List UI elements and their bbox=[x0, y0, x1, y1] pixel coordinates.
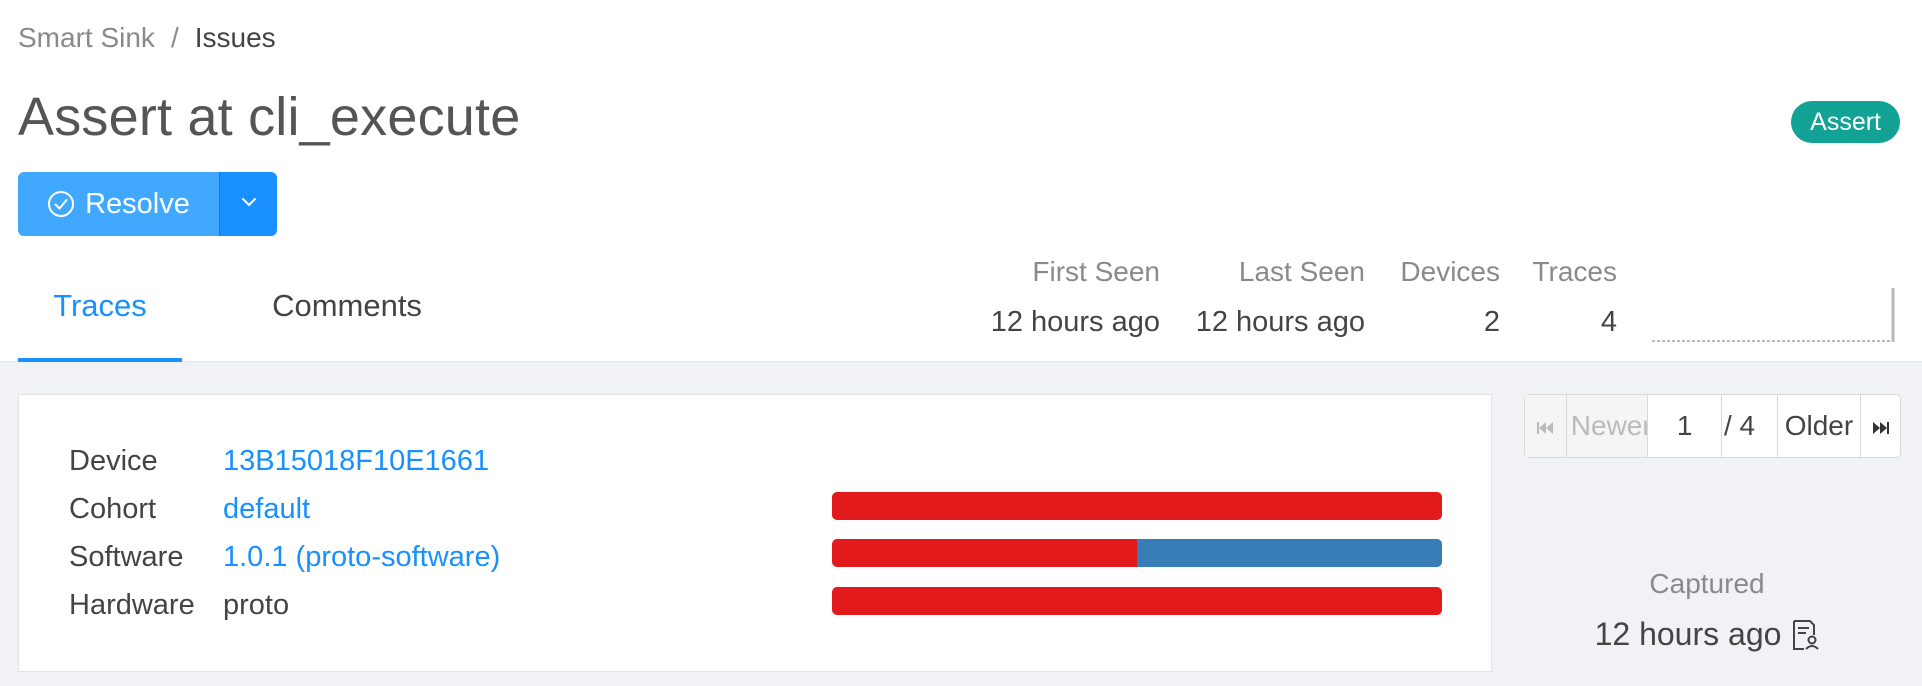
trace-card: Device 13B15018F10E1661 Cohort default S… bbox=[18, 394, 1492, 672]
resolve-button[interactable]: Resolve bbox=[18, 172, 219, 236]
breadcrumb-current[interactable]: Issues bbox=[195, 22, 276, 54]
software-label: Software bbox=[69, 541, 184, 573]
issue-type-badge: Assert bbox=[1791, 101, 1900, 143]
chevron-down-icon bbox=[240, 195, 258, 213]
hardware-label: Hardware bbox=[69, 589, 195, 621]
stat-first-seen-label: First Seen bbox=[1032, 256, 1160, 287]
software-link[interactable]: 1.0.1 (proto-software) bbox=[223, 541, 500, 574]
breadcrumb-project-link[interactable]: Smart Sink bbox=[18, 22, 155, 54]
stat-devices: Devices 2 bbox=[1370, 256, 1500, 339]
info-row-software: Software 1.0.1 (proto-software) bbox=[69, 541, 500, 574]
skip-last-icon bbox=[1872, 410, 1890, 442]
stat-traces-value: 4 bbox=[1600, 306, 1617, 338]
resolve-button-group: Resolve bbox=[18, 172, 277, 236]
older-button[interactable]: Older bbox=[1778, 395, 1862, 457]
stat-devices-label: Devices bbox=[1400, 256, 1500, 287]
cohort-link[interactable]: default bbox=[223, 493, 310, 526]
captured-value: 12 hours ago bbox=[1594, 616, 1782, 652]
stat-last-seen-label: Last Seen bbox=[1238, 256, 1365, 287]
distribution-segment bbox=[832, 492, 1442, 520]
trace-panel: Device 13B15018F10E1661 Cohort default S… bbox=[0, 362, 1922, 686]
tab-comments[interactable]: Comments bbox=[262, 270, 432, 362]
document-icon[interactable] bbox=[1791, 619, 1820, 651]
cohort-label: Cohort bbox=[69, 493, 157, 525]
captured-time: 12 hours ago bbox=[1492, 616, 1922, 653]
resolve-dropdown-button[interactable] bbox=[219, 172, 277, 236]
page-total: / 4 bbox=[1722, 395, 1778, 457]
device-link[interactable]: 13B15018F10E1661 bbox=[223, 445, 489, 478]
tab-traces[interactable]: Traces bbox=[18, 270, 182, 362]
distribution-bar-hardware bbox=[832, 587, 1442, 615]
distribution-segment bbox=[832, 539, 1137, 567]
page-title: Assert at cli_execute bbox=[18, 87, 521, 147]
distribution-bar-cohort bbox=[832, 492, 1442, 520]
issue-header: Smart Sink / Issues Assert at cli_execut… bbox=[0, 0, 1922, 362]
info-row-cohort: Cohort default bbox=[69, 493, 310, 526]
info-row-hardware: Hardware proto bbox=[69, 589, 289, 622]
stat-traces-label: Traces bbox=[1532, 256, 1617, 287]
info-row-device: Device 13B15018F10E1661 bbox=[69, 445, 489, 478]
stat-first-seen: First Seen 12 hours ago bbox=[960, 256, 1160, 339]
resolve-button-label: Resolve bbox=[85, 187, 190, 220]
breadcrumb: Smart Sink / Issues bbox=[18, 22, 276, 54]
stat-last-seen: Last Seen 12 hours ago bbox=[1165, 256, 1365, 339]
skip-first-icon bbox=[1536, 410, 1554, 442]
stat-first-seen-value: 12 hours ago bbox=[990, 306, 1160, 338]
device-label: Device bbox=[69, 445, 158, 477]
hardware-value: proto bbox=[223, 589, 290, 621]
stat-traces: Traces 4 bbox=[1505, 256, 1617, 339]
distribution-bar-software bbox=[832, 539, 1442, 567]
newer-button[interactable]: Newer bbox=[1566, 395, 1649, 457]
tab-bar: Traces Comments bbox=[18, 270, 432, 362]
first-page-button[interactable] bbox=[1525, 395, 1567, 457]
distribution-segment bbox=[832, 587, 1442, 615]
stat-last-seen-value: 12 hours ago bbox=[1195, 306, 1365, 338]
captured-info: Captured 12 hours ago bbox=[1492, 568, 1922, 653]
trace-pagination: Newer 1 / 4 Older bbox=[1524, 394, 1901, 458]
stat-devices-value: 2 bbox=[1483, 306, 1500, 338]
page-number-input[interactable]: 1 bbox=[1648, 395, 1722, 457]
check-circle-icon bbox=[47, 190, 75, 218]
last-page-button[interactable] bbox=[1861, 395, 1900, 457]
distribution-segment bbox=[1137, 539, 1442, 567]
breadcrumb-separator: / bbox=[170, 22, 179, 53]
trace-sparkline bbox=[1652, 288, 1895, 342]
captured-label: Captured bbox=[1649, 568, 1765, 599]
